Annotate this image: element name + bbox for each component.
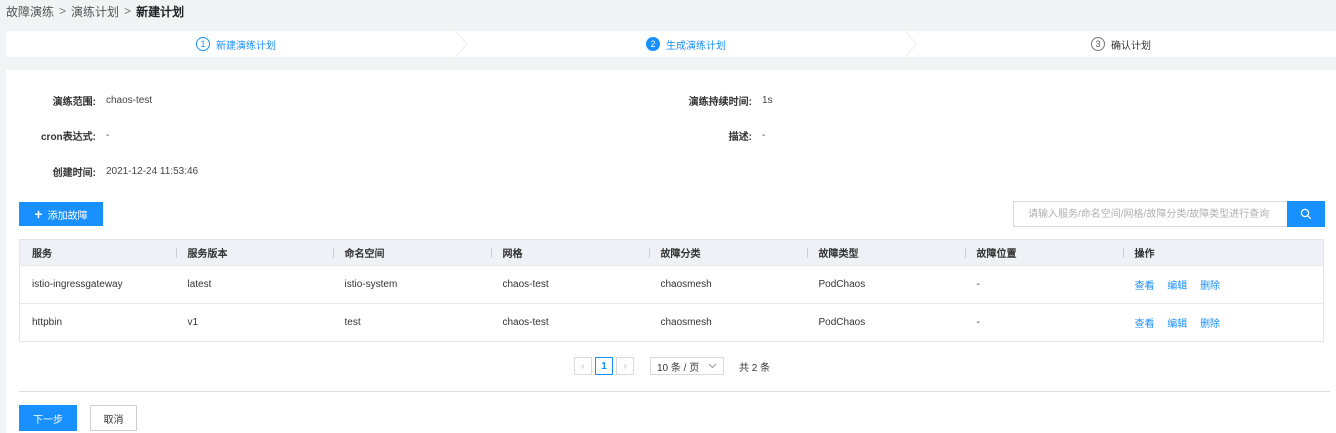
duration-label: 演练持续时间: <box>688 97 752 108</box>
chevron-left-icon: ‹ <box>581 360 585 372</box>
col-mesh: 网格 <box>490 239 649 266</box>
info-created: 创建时间: 2021-12-24 11:53:46 <box>6 164 198 179</box>
table-row: httpbin v1 test chaos-test chaosmesh Pod… <box>19 303 1324 342</box>
cell-category: chaosmesh <box>648 303 807 342</box>
col-category: 故障分类 <box>648 239 807 266</box>
cron-value: - <box>106 130 110 141</box>
cell-type: PodChaos <box>806 303 965 342</box>
add-fault-label: 添加故障 <box>47 210 88 222</box>
created-value: 2021-12-24 11:53:46 <box>106 166 199 177</box>
step-1-label: 新建演练计划 <box>216 40 276 52</box>
steps-bar: 1 新建演练计划 2 生成演练计划 3 确认计划 <box>6 31 1336 57</box>
scope-label: 演练范围: <box>52 97 96 108</box>
col-type: 故障类型 <box>806 239 965 266</box>
search-icon <box>1300 208 1312 220</box>
total-count: 共 2 条 <box>739 362 771 374</box>
col-namespace: 命名空间 <box>332 239 491 266</box>
step-3-number: 3 <box>1091 37 1105 51</box>
created-label: 创建时间: <box>52 168 96 179</box>
info-duration: 演练持续时间: 1s <box>606 93 773 108</box>
cell-category: chaosmesh <box>648 265 807 304</box>
col-location: 故障位置 <box>964 239 1123 266</box>
chevron-right-icon: › <box>623 360 627 372</box>
next-step-button[interactable]: 下一步 <box>19 405 77 431</box>
breadcrumb-separator: > <box>59 4 67 18</box>
step-1: 1 新建演练计划 <box>6 31 466 57</box>
edit-link[interactable]: 编辑 <box>1167 281 1187 292</box>
breadcrumb-separator: > <box>124 4 132 18</box>
cancel-button[interactable]: 取消 <box>90 405 137 431</box>
main-panel: 演练范围: chaos-test cron表达式: - 创建时间: 2021-1… <box>6 70 1336 433</box>
col-actions: 操作 <box>1122 239 1324 266</box>
plus-icon: + <box>34 206 43 222</box>
duration-value: 1s <box>762 95 773 106</box>
chevron-down-icon <box>708 363 717 369</box>
edit-link[interactable]: 编辑 <box>1167 319 1187 330</box>
step-3-label: 确认计划 <box>1111 40 1151 52</box>
add-fault-button[interactable]: + 添加故障 <box>19 202 103 226</box>
step-3: 3 确认计划 <box>906 31 1336 57</box>
cell-location: - <box>964 303 1123 342</box>
col-version: 服务版本 <box>175 239 333 266</box>
table-header-row: 服务 服务版本 命名空间 网格 故障分类 故障类型 故障位置 操作 <box>19 239 1324 266</box>
step-2-label: 生成演练计划 <box>666 40 726 52</box>
search-input[interactable] <box>1013 201 1287 227</box>
cell-version: latest <box>175 265 333 304</box>
delete-link[interactable]: 删除 <box>1200 281 1220 292</box>
delete-link[interactable]: 删除 <box>1200 319 1220 330</box>
info-scope: 演练范围: chaos-test <box>6 93 152 108</box>
description-value: - <box>762 130 766 141</box>
cell-namespace: test <box>332 303 491 342</box>
cell-actions: 查看 编辑 删除 <box>1122 265 1324 304</box>
breadcrumb-current: 新建计划 <box>136 4 185 19</box>
info-description: 描述: - <box>606 128 766 143</box>
page-size-value: 10 条 / 页 <box>657 362 700 374</box>
fault-table: 服务 服务版本 命名空间 网格 故障分类 故障类型 故障位置 操作 istio-… <box>19 239 1324 342</box>
prev-page-button[interactable]: ‹ <box>574 357 592 375</box>
table-row: istio-ingressgateway latest istio-system… <box>19 265 1324 304</box>
info-cron: cron表达式: - <box>6 128 109 143</box>
cell-type: PodChaos <box>806 265 965 304</box>
col-service: 服务 <box>19 239 176 266</box>
breadcrumb-item-drill-plan[interactable]: 演练计划 <box>71 3 119 20</box>
step-2: 2 生成演练计划 <box>456 31 916 57</box>
view-link[interactable]: 查看 <box>1135 281 1155 292</box>
next-page-button[interactable]: › <box>616 357 634 375</box>
scope-value: chaos-test <box>106 95 153 106</box>
step-1-number: 1 <box>196 37 210 51</box>
cell-mesh: chaos-test <box>490 303 649 342</box>
cell-mesh: chaos-test <box>490 265 649 304</box>
cell-actions: 查看 编辑 删除 <box>1122 303 1324 342</box>
cell-namespace: istio-system <box>332 265 491 304</box>
breadcrumb: 故障演练 > 演练计划 > 新建计划 <box>6 3 184 19</box>
search-button[interactable] <box>1287 201 1325 227</box>
cell-service: httpbin <box>19 303 176 342</box>
divider <box>19 391 1330 392</box>
cell-service: istio-ingressgateway <box>19 265 176 304</box>
description-label: 描述: <box>728 132 752 143</box>
step-2-number: 2 <box>646 37 660 51</box>
pagination: ‹ 1 › 10 条 / 页 共 2 条 <box>574 357 770 375</box>
search-box <box>1013 201 1325 227</box>
breadcrumb-item-fault-drill[interactable]: 故障演练 <box>6 3 54 20</box>
view-link[interactable]: 查看 <box>1135 319 1155 330</box>
cron-label: cron表达式: <box>41 132 96 143</box>
cell-version: v1 <box>175 303 333 342</box>
page-number-button[interactable]: 1 <box>595 357 613 375</box>
page-size-select[interactable]: 10 条 / 页 <box>650 357 724 375</box>
cell-location: - <box>964 265 1123 304</box>
